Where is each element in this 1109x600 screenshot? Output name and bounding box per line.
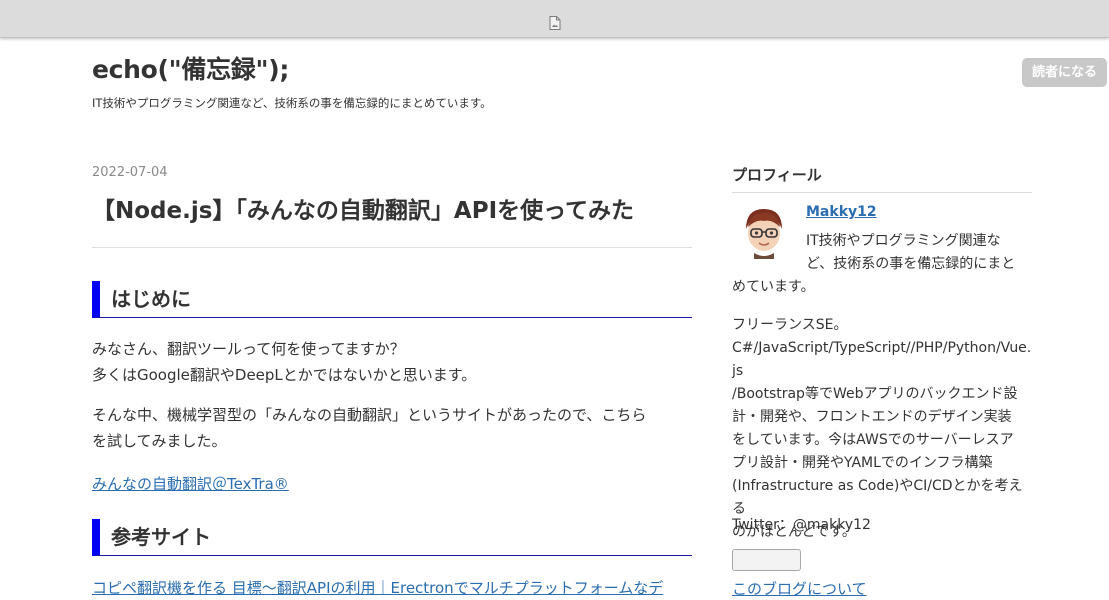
blog-description: IT技術やプログラミング関連など、技術系の事を備忘録的にまとめています。: [92, 96, 492, 110]
textra-link[interactable]: みんなの自動翻訳＠TexTra®: [92, 473, 692, 494]
text-line: /Bootstrap等でWebアプリのバックエンド設: [732, 386, 1018, 402]
about-blog-link[interactable]: このブログについて: [732, 578, 867, 599]
intro-paragraph-2: そんな中、機械学習型の「みんなの自動翻訳」というサイトがあったので、こちら を試…: [92, 402, 692, 454]
reference-link[interactable]: コピペ翻訳機を作る 目標〜翻訳APIの利用｜Erectronでマルチプラットフォ…: [92, 577, 692, 598]
subscribe-button[interactable]: 読者になる: [1022, 58, 1107, 87]
section-heading-references: 参考サイト: [92, 519, 692, 556]
twitter-follow-button[interactable]: [732, 549, 801, 571]
profile-heading: プロフィール: [732, 164, 1032, 193]
intro-paragraph-1: みなさん、翻訳ツールって何を使ってますか？ 多くはGoogle翻訳やDeepLと…: [92, 336, 692, 388]
text-line: 多くはGoogle翻訳やDeepLとかではないかと思います。: [92, 366, 477, 384]
text-line: 計・開発や、フロントエンドのデザイン実装: [732, 409, 1012, 425]
title-divider: [92, 247, 692, 248]
document-icon: [549, 16, 561, 30]
profile-description: フリーランスSE。 C#/JavaScript/TypeScript//PHP/…: [732, 314, 1032, 544]
profile-name-link[interactable]: Makky12: [806, 204, 877, 220]
text-line: そんな中、機械学習型の「みんなの自動翻訳」というサイトがあったので、こちら: [92, 406, 647, 424]
text-line: IT技術やプログラミング関連な: [806, 233, 1001, 249]
text-line: (Infrastructure as Code)やCI/CDとかを考える: [732, 478, 1023, 517]
text-line: C#/JavaScript/TypeScript//PHP/Python/Vue…: [732, 340, 1032, 379]
text-line: ど、技術系の事を備忘録的にまと: [806, 256, 1016, 272]
text-line: を試してみました。: [92, 432, 227, 450]
text-line: プリ設計・開発やYAMLでのインフラ構築: [732, 455, 993, 471]
entry-title[interactable]: 【Node.js】「みんなの自動翻訳」APIを使ってみた: [92, 191, 692, 225]
browser-toolbar: [0, 0, 1109, 38]
entry-date[interactable]: 2022-07-04: [92, 165, 168, 180]
profile-intro: IT技術やプログラミング関連な ど、技術系の事を備忘録的にまと めています。: [732, 230, 1032, 299]
text-line: フリーランスSE。: [732, 317, 848, 333]
blog-title[interactable]: echo("備忘録");: [92, 50, 289, 86]
text-line: をしています。今はAWSでのサーバーレスア: [732, 432, 1014, 448]
text-line: めています。: [732, 279, 815, 295]
text-line: みなさん、翻訳ツールって何を使ってますか？: [92, 340, 405, 358]
section-heading-intro: はじめに: [92, 281, 692, 318]
twitter-handle: Twitter：@makky12: [732, 517, 871, 533]
